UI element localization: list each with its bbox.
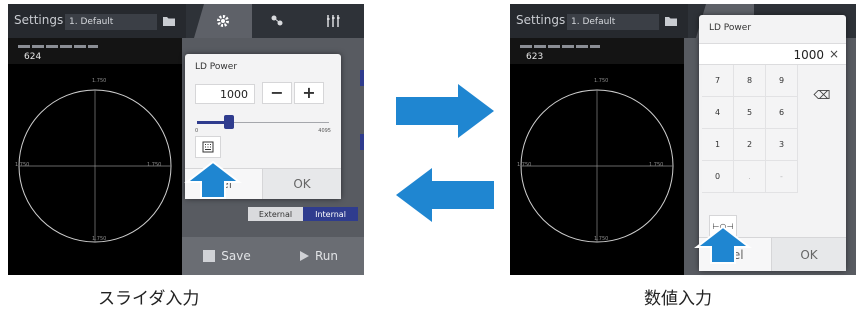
slider-max-label: 4095	[318, 128, 331, 134]
settings-title: Settings	[516, 13, 566, 27]
run-label: Run	[314, 249, 338, 263]
axis-label-left: 1.750	[15, 162, 30, 168]
dialog-title: LD Power	[709, 23, 752, 33]
save-label: Save	[221, 249, 251, 263]
keypad-key[interactable]: 5	[734, 97, 766, 129]
accent-marker	[360, 134, 364, 150]
value-field[interactable]: 1000	[195, 84, 255, 104]
axis-label-right: 1.750	[147, 162, 162, 168]
clear-button[interactable]: ×	[829, 47, 839, 61]
folder-icon[interactable]	[162, 14, 176, 28]
keypad-key[interactable]: -	[766, 161, 798, 193]
comparison-figure: Settings 1. Default 624 1.750 1.750 1.75…	[0, 0, 856, 309]
nodes-icon	[271, 15, 283, 26]
tab-network[interactable]	[248, 4, 306, 38]
folder-icon[interactable]	[664, 14, 678, 28]
preset-select[interactable]: 1. Default	[567, 14, 659, 30]
arrow-right-icon	[396, 84, 494, 138]
readout-value: 624	[24, 52, 42, 62]
save-icon	[203, 250, 216, 262]
keypad-key[interactable]: 2	[734, 129, 766, 161]
keypad-key[interactable]: .	[734, 161, 766, 193]
segment-internal[interactable]: Internal	[303, 207, 358, 221]
axis-label-left: 1.750	[517, 162, 532, 168]
ok-button[interactable]: OK	[772, 237, 846, 271]
run-button[interactable]: Run	[274, 237, 364, 275]
circular-plot: 1.750 1.750 1.750 1.750	[510, 64, 684, 275]
readout-value: 623	[526, 52, 544, 62]
axis-label-top: 1.750	[594, 78, 609, 84]
pointer-arrow-icon	[184, 160, 242, 199]
keypad-key[interactable]: 0	[702, 161, 734, 193]
segment-external[interactable]: External	[248, 207, 303, 221]
axis-label-top: 1.750	[92, 78, 107, 84]
tab-filters[interactable]	[304, 4, 362, 38]
pointer-arrow-icon	[694, 225, 752, 264]
gear-icon	[217, 15, 229, 27]
increment-button[interactable]: +	[294, 82, 324, 104]
accent-marker	[360, 70, 364, 86]
decrement-button[interactable]: −	[262, 82, 292, 104]
dialog-title: LD Power	[195, 62, 238, 72]
preset-select[interactable]: 1. Default	[65, 14, 157, 30]
keypad-key[interactable]: 1	[702, 129, 734, 161]
value-field[interactable]: 1000 ×	[699, 43, 846, 65]
axis-label-bottom: 1.750	[92, 236, 107, 242]
tab-strip	[186, 4, 364, 38]
level-bars	[18, 45, 98, 48]
trigger-segment: External Internal	[248, 207, 358, 221]
top-bar: Settings 1. Default	[8, 4, 364, 38]
caption-numeric-input: 数値入力	[644, 289, 712, 309]
keyboard-icon	[202, 141, 214, 153]
plot-graphic	[18, 89, 172, 243]
ok-button[interactable]: OK	[263, 168, 341, 199]
tab-settings[interactable]	[194, 4, 252, 38]
axis-label-bottom: 1.750	[594, 236, 609, 242]
slider-thumb[interactable]	[224, 115, 235, 129]
play-icon	[299, 251, 309, 261]
slider-min-label: 0	[195, 128, 199, 134]
plot-graphic	[520, 89, 674, 243]
backspace-button[interactable]: ⌫	[798, 65, 846, 125]
keypad-key[interactable]: 8	[734, 65, 766, 97]
keypad-key[interactable]: 4	[702, 97, 734, 129]
keypad-key[interactable]: 3	[766, 129, 798, 161]
circular-plot: 1.750 1.750 1.750 1.750	[8, 64, 182, 275]
caption-slider-input: スライダ入力	[98, 289, 200, 309]
keypad-toggle-button[interactable]	[195, 136, 221, 158]
keypad-key[interactable]: 9	[766, 65, 798, 97]
keypad-key[interactable]: 6	[766, 97, 798, 129]
filter-icon	[327, 15, 340, 27]
settings-title: Settings	[14, 13, 64, 27]
axis-label-right: 1.750	[649, 162, 664, 168]
arrow-left-icon	[396, 168, 494, 222]
keypad-key[interactable]: 7	[702, 65, 734, 97]
save-button[interactable]: Save	[182, 237, 272, 275]
level-bars	[520, 45, 600, 48]
value-text: 1000	[793, 48, 824, 62]
